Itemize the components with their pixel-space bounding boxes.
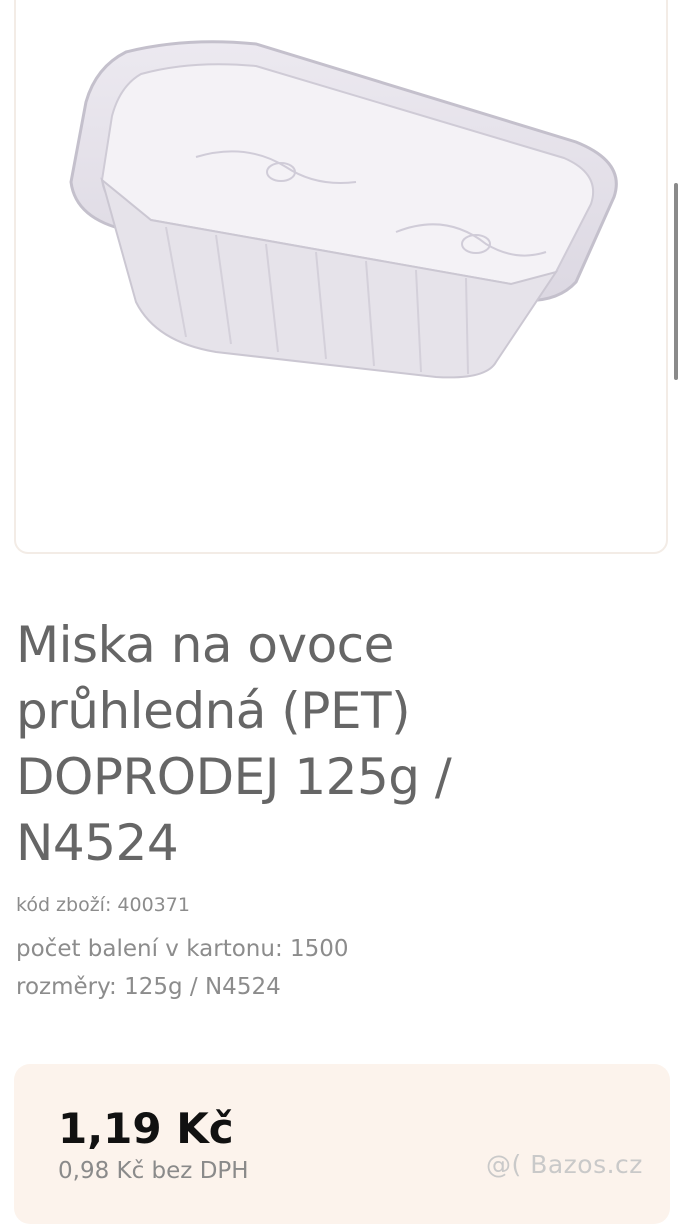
- product-dimensions: rozměry: 125g / N4524: [16, 974, 281, 1000]
- price-box: 1,19 Kč 0,98 Kč bez DPH: [14, 1064, 670, 1224]
- product-title: Miska na ovoce průhledná (PET) DOPRODEJ …: [16, 616, 452, 872]
- package-count: počet balení v kartonu: 1500: [16, 936, 349, 962]
- bazos-watermark: @( Bazos.cz: [486, 1150, 643, 1179]
- price-without-vat: 0,98 Kč bez DPH: [58, 1158, 249, 1184]
- product-code: kód zboží: 400371: [16, 894, 190, 916]
- product-image-card[interactable]: [14, 0, 668, 554]
- price-value: 1,19 Kč: [58, 1104, 234, 1153]
- scrollbar[interactable]: [674, 183, 678, 380]
- product-image: [69, 40, 618, 379]
